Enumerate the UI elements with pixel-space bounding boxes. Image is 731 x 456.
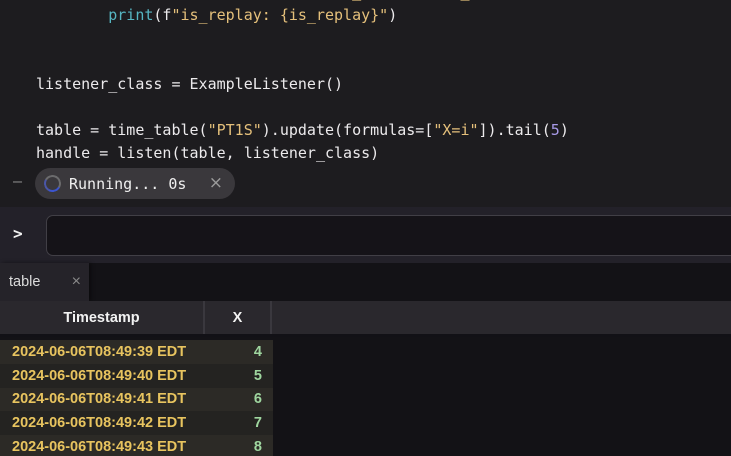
x-value-cell[interactable]: 4 [205, 344, 273, 360]
grid-header: Timestamp X [0, 301, 731, 337]
table-row[interactable]: 2024-06-06T08:49:42 EDT7 [0, 411, 273, 435]
running-status-label: Running... 0s [69, 175, 186, 193]
table-row[interactable]: 2024-06-06T08:49:43 EDT8 [0, 435, 273, 456]
table-row[interactable]: 2024-06-06T08:49:41 EDT6 [0, 388, 273, 412]
tab-close-icon[interactable]: × [72, 274, 81, 290]
log-collapse-marker: – [13, 172, 22, 190]
ide-window: print(f"update received, is_replay: {is_… [0, 0, 731, 456]
running-status-pill: Running... 0s × [35, 168, 235, 199]
code-line [36, 27, 731, 50]
code-line: table = time_table("PT1S").update(formul… [36, 119, 731, 142]
spinner-icon [42, 173, 63, 194]
console-prompt: > [13, 224, 23, 243]
cancel-run-close-icon[interactable]: × [209, 175, 223, 192]
x-value-cell[interactable]: 6 [205, 391, 273, 407]
x-value-cell[interactable]: 8 [205, 439, 273, 455]
x-value-cell[interactable]: 5 [205, 368, 273, 384]
table-row[interactable]: 2024-06-06T08:49:40 EDT5 [0, 364, 273, 388]
header-cell-x[interactable]: X [205, 301, 272, 334]
timestamp-cell[interactable]: 2024-06-06T08:49:43 EDT [0, 439, 205, 455]
x-value-cell[interactable]: 7 [205, 415, 273, 431]
console-history[interactable]: print(f"update received, is_replay: {is_… [0, 0, 731, 207]
code-line: listener_class = ExampleListener() [36, 73, 731, 96]
status-row: – Running... 0s × [0, 168, 731, 199]
code-line [36, 96, 731, 119]
console-input-band: > [0, 207, 731, 263]
console-input[interactable] [46, 215, 731, 256]
tab-table-label: table [9, 274, 40, 290]
timestamp-cell[interactable]: 2024-06-06T08:49:39 EDT [0, 344, 205, 360]
tab-table[interactable]: table × [0, 263, 89, 301]
panel-tab-strip: table × [0, 263, 731, 301]
table-panel: table × Timestamp X 2024-06-06T08:49:39 … [0, 263, 731, 456]
timestamp-cell[interactable]: 2024-06-06T08:49:41 EDT [0, 391, 205, 407]
header-cell-timestamp[interactable]: Timestamp [0, 301, 205, 334]
code-line [36, 50, 731, 73]
code-line: handle = listen(table, listener_class) [36, 142, 731, 165]
timestamp-cell[interactable]: 2024-06-06T08:49:40 EDT [0, 368, 205, 384]
code-block: print(f"update received, is_replay: {is_… [36, 0, 731, 165]
table-row[interactable]: 2024-06-06T08:49:39 EDT4 [0, 340, 273, 364]
code-line: print(f"is_replay: {is_replay}") [36, 4, 731, 27]
timestamp-cell[interactable]: 2024-06-06T08:49:42 EDT [0, 415, 205, 431]
grid-rows: 2024-06-06T08:49:39 EDT42024-06-06T08:49… [0, 340, 273, 456]
